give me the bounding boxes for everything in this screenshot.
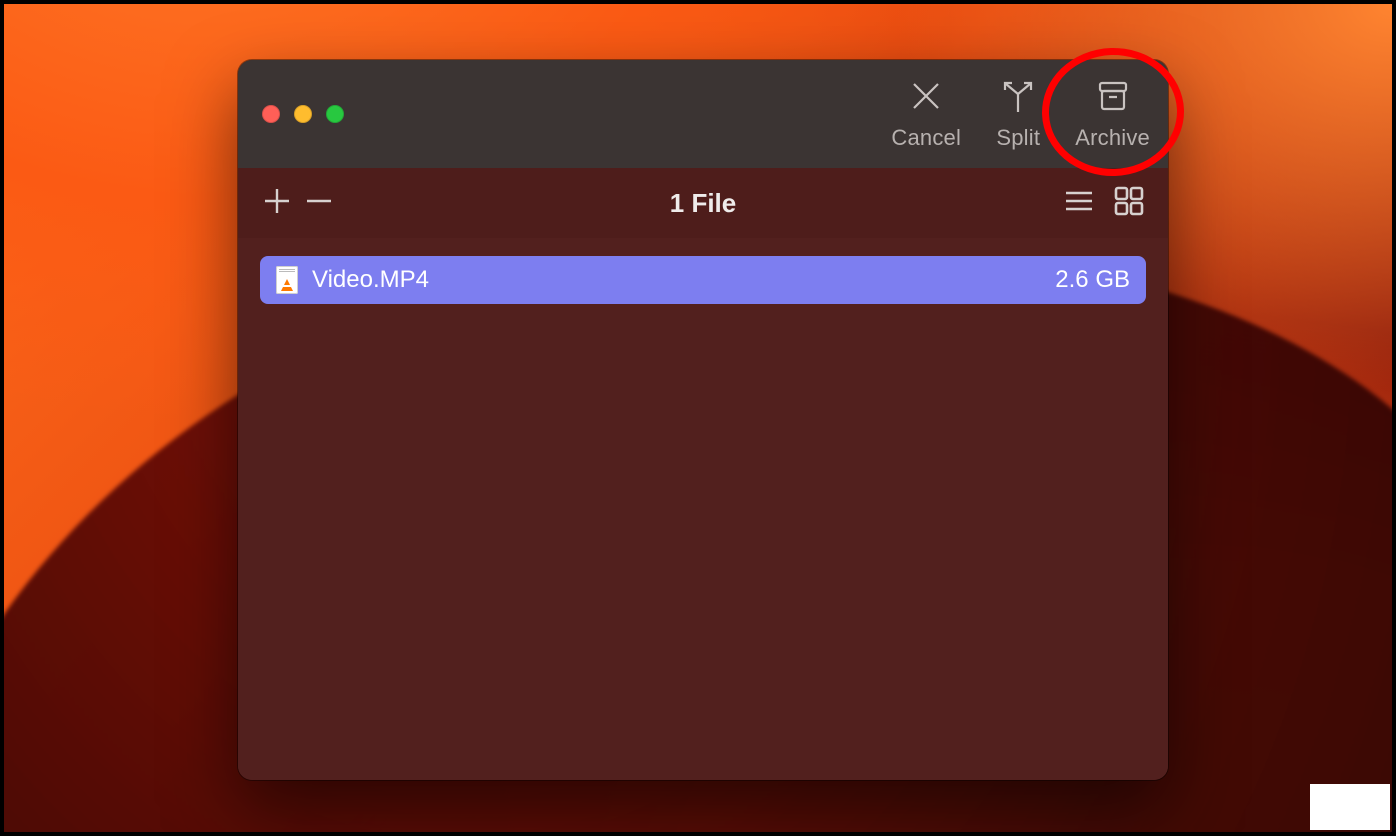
cancel-button[interactable]: Cancel xyxy=(891,78,961,151)
watermark-patch xyxy=(1310,784,1390,830)
split-button[interactable]: Split xyxy=(983,78,1053,151)
file-row[interactable]: Video.MP4 2.6 GB xyxy=(260,256,1146,304)
window-controls xyxy=(262,105,344,123)
archiver-window: Cancel Split xyxy=(238,60,1168,780)
file-size: 2.6 GB xyxy=(1055,266,1130,294)
grid-view-button[interactable] xyxy=(1112,184,1146,223)
archive-label: Archive xyxy=(1075,125,1150,151)
zoom-window-button[interactable] xyxy=(326,105,344,123)
minimize-window-button[interactable] xyxy=(294,105,312,123)
file-list: Video.MP4 2.6 GB xyxy=(238,238,1168,780)
split-label: Split xyxy=(996,125,1040,151)
split-icon xyxy=(998,78,1038,119)
archive-icon xyxy=(1095,78,1131,119)
cancel-icon xyxy=(908,78,944,119)
add-file-button[interactable] xyxy=(260,184,294,223)
file-name: Video.MP4 xyxy=(312,266,429,294)
add-remove-group xyxy=(260,184,336,223)
window-titlebar: Cancel Split xyxy=(238,60,1168,168)
close-window-button[interactable] xyxy=(262,105,280,123)
file-toolbar: 1 File xyxy=(238,168,1168,238)
remove-file-button[interactable] xyxy=(302,184,336,223)
list-view-button[interactable] xyxy=(1062,184,1096,223)
video-file-icon xyxy=(276,266,298,294)
file-count-label: 1 File xyxy=(670,188,736,219)
view-toggle xyxy=(1062,184,1146,223)
cancel-label: Cancel xyxy=(891,125,961,151)
archive-button[interactable]: Archive xyxy=(1075,78,1150,151)
titlebar-actions: Cancel Split xyxy=(891,60,1150,168)
